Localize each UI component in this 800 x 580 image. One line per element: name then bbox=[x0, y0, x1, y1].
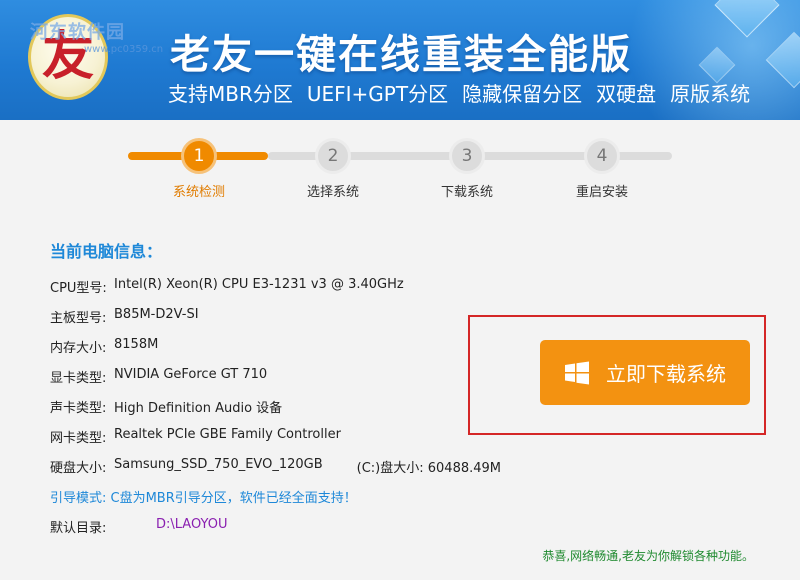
step-4-circle: 4 bbox=[584, 138, 620, 174]
app-title: 老友一键在线重装全能版 bbox=[170, 32, 632, 78]
info-row-graphics: 显卡类型: NVIDIA GeForce GT 710 bbox=[50, 367, 267, 386]
info-value: NVIDIA GeForce GT 710 bbox=[114, 367, 268, 382]
info-row-motherboard: 主板型号: B85M-D2V-SI bbox=[50, 307, 199, 326]
download-button-label: 立即下载系统 bbox=[606, 362, 726, 386]
info-value: 8158M bbox=[114, 337, 159, 352]
info-row-audio: 声卡类型: High Definition Audio 设备 bbox=[50, 397, 282, 416]
default-dir-row: 默认目录: D:\LAOYOU bbox=[50, 517, 227, 536]
info-label: 硬盘大小: bbox=[50, 461, 107, 476]
feature-item: 原版系统 bbox=[670, 82, 751, 106]
info-value: Samsung_SSD_750_EVO_120GB bbox=[114, 457, 323, 472]
watermark-text: 河东软件园 bbox=[30, 22, 125, 43]
feature-item: 隐藏保留分区 bbox=[462, 82, 583, 106]
feature-item: 支持MBR分区 bbox=[168, 82, 293, 106]
info-label: CPU型号: bbox=[50, 281, 107, 296]
disk-c-size: (C:)盘大小: 60488.49M bbox=[356, 461, 501, 476]
info-value: Intel(R) Xeon(R) CPU E3-1231 v3 @ 3.40GH… bbox=[114, 277, 404, 292]
info-row-disk: 硬盘大小: Samsung_SSD_750_EVO_120GB (C:)盘大小:… bbox=[50, 457, 501, 476]
info-label: 主板型号: bbox=[50, 311, 107, 326]
info-row-cpu: CPU型号: Intel(R) Xeon(R) CPU E3-1231 v3 @… bbox=[50, 277, 404, 296]
info-row-network: 网卡类型: Realtek PCIe GBE Family Controller bbox=[50, 427, 341, 446]
step-1-circle: 1 bbox=[181, 138, 217, 174]
download-system-button[interactable]: 立即下载系统 bbox=[540, 340, 750, 405]
info-label: 内存大小: bbox=[50, 341, 107, 356]
info-label: 网卡类型: bbox=[50, 431, 107, 446]
network-status: 恭喜,网络畅通,老友为你解锁各种功能。 bbox=[542, 549, 754, 563]
windows-icon bbox=[565, 361, 589, 384]
watermark-url: www.pc0359.cn bbox=[84, 44, 164, 55]
info-value: B85M-D2V-SI bbox=[114, 307, 199, 322]
info-label: 显卡类型: bbox=[50, 371, 107, 386]
step-2-circle: 2 bbox=[315, 138, 351, 174]
feature-item: UEFI+GPT分区 bbox=[306, 82, 449, 106]
feature-item: 双硬盘 bbox=[596, 82, 657, 106]
step-3-circle: 3 bbox=[449, 138, 485, 174]
step-2-label: 选择系统 bbox=[306, 185, 359, 200]
step-4-label: 重启安装 bbox=[575, 185, 628, 200]
feature-list: 支持MBR分区 UEFI+GPT分区 隐藏保留分区 双硬盘 原版系统 bbox=[168, 78, 750, 107]
step-3-label: 下载系统 bbox=[440, 185, 493, 200]
info-title: 当前电脑信息： bbox=[50, 242, 163, 261]
app-header: 友 河东软件园 www.pc0359.cn 老友一键在线重装全能版 支持MBR分… bbox=[0, 0, 800, 120]
step-progress: 1 2 3 4 系统检测 选择系统 下载系统 重启安装 bbox=[0, 120, 800, 210]
default-dir-label: 默认目录: bbox=[50, 521, 107, 536]
info-row-memory: 内存大小: 8158M bbox=[50, 337, 158, 356]
info-label: 声卡类型: bbox=[50, 401, 107, 416]
boot-mode-text: 引导模式: C盘为MBR引导分区，软件已经全面支持！ bbox=[50, 491, 357, 506]
info-value: Realtek PCIe GBE Family Controller bbox=[114, 427, 341, 442]
info-value: High Definition Audio 设备 bbox=[114, 401, 283, 416]
default-dir-value: D:\LAOYOU bbox=[156, 517, 228, 532]
step-1-label: 系统检测 bbox=[172, 185, 225, 200]
